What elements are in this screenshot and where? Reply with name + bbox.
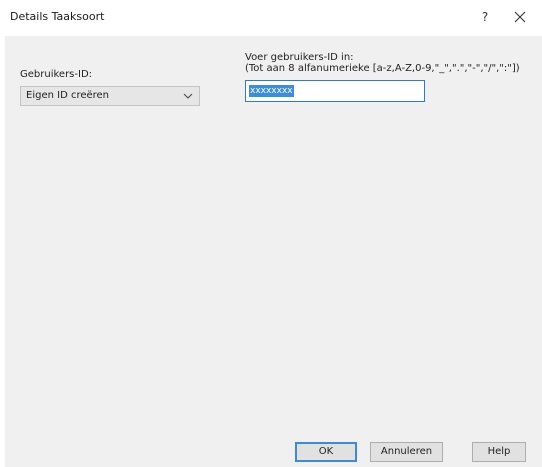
user-id-input[interactable]: xxxxxxxx	[245, 80, 425, 102]
ok-button[interactable]: OK	[295, 442, 357, 462]
task-type-details-dialog: Details Taaksoort ? Gebruikers-ID: Eigen…	[0, 0, 542, 467]
title-bar: Details Taaksoort ?	[0, 0, 542, 36]
close-button[interactable]	[508, 6, 532, 28]
chevron-down-icon	[183, 93, 193, 99]
dialog-body: Gebruikers-ID: Eigen ID creëren Voer geb…	[5, 36, 542, 467]
user-id-label: Gebruikers-ID:	[20, 69, 93, 80]
enter-id-label-line1: Voer gebruikers-ID in:	[245, 52, 354, 63]
user-id-dropdown-value: Eigen ID creëren	[26, 90, 110, 101]
user-id-input-selected-text: xxxxxxxx	[249, 85, 294, 97]
help-question-button[interactable]: ?	[474, 6, 496, 28]
dialog-title: Details Taaksoort	[10, 10, 105, 23]
help-button[interactable]: Help	[472, 442, 526, 462]
enter-id-label-line2: (Tot aan 8 alfanumerieke [a-z,A-Z,0-9,"_…	[245, 63, 520, 74]
close-icon	[514, 11, 526, 23]
cancel-button[interactable]: Annuleren	[370, 442, 443, 462]
user-id-dropdown[interactable]: Eigen ID creëren	[20, 86, 200, 106]
